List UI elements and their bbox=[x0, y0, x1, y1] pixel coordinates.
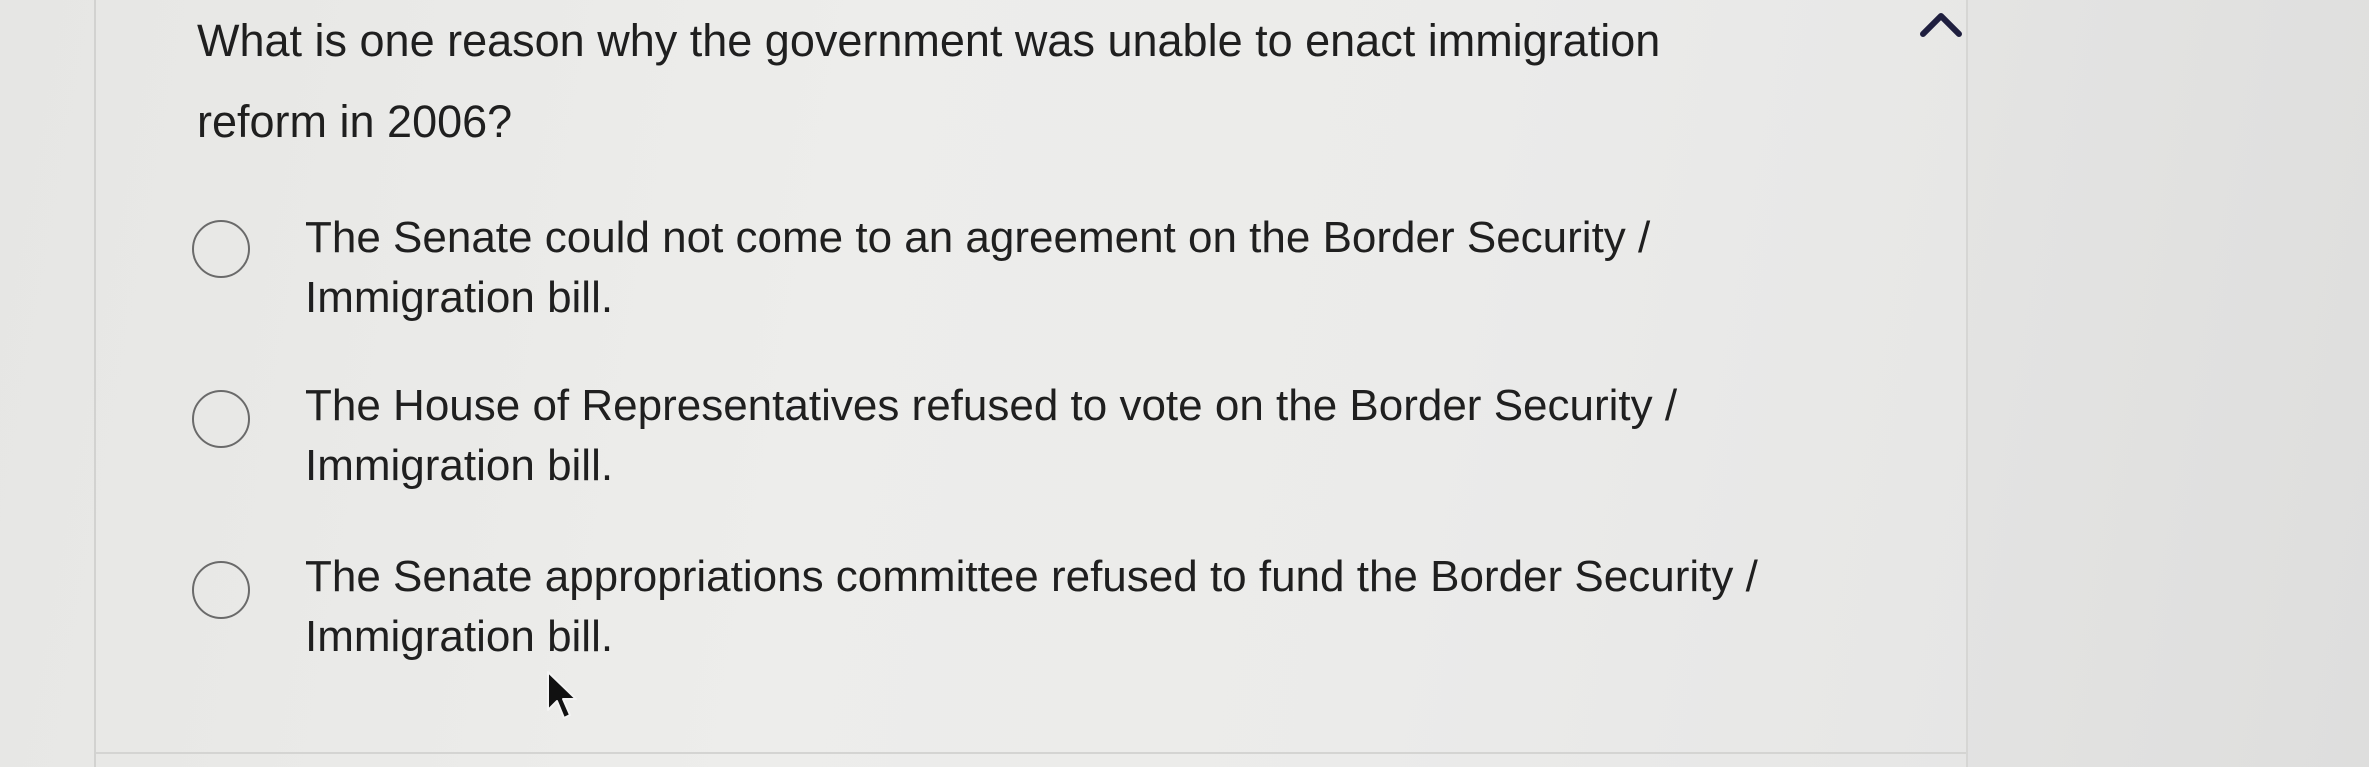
mouse-cursor-icon bbox=[546, 670, 580, 722]
right-divider bbox=[1966, 0, 1968, 767]
answer-option-label: The Senate appropriations committee refu… bbox=[305, 552, 1758, 661]
chevron-up-icon bbox=[1920, 13, 1962, 37]
collapse-button[interactable] bbox=[1913, 4, 1969, 48]
question-text: What is one reason why the government wa… bbox=[197, 15, 1661, 147]
left-divider bbox=[94, 0, 96, 767]
bottom-divider bbox=[96, 752, 1966, 754]
radio-button[interactable] bbox=[192, 561, 250, 619]
answer-option-label: The Senate could not come to an agreemen… bbox=[305, 213, 1651, 322]
radio-button[interactable] bbox=[192, 390, 250, 448]
right-side-panel bbox=[1968, 0, 2369, 767]
radio-button[interactable] bbox=[192, 220, 250, 278]
answer-option-label: The House of Representatives refused to … bbox=[305, 381, 1678, 490]
